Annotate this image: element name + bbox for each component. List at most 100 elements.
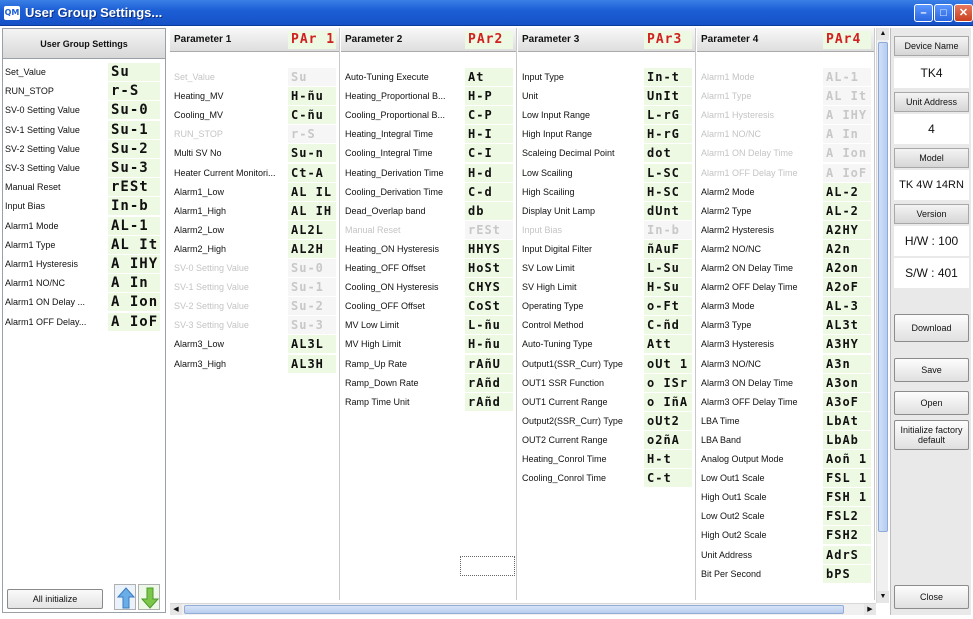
parameter-row[interactable]: Heating_Integral Time H-I (341, 125, 516, 144)
parameter-row[interactable]: Alarm3 OFF Delay Time A3oF (697, 392, 874, 412)
parameter-row[interactable]: OUT1 SSR Function o ISr (518, 373, 695, 393)
parameter-row[interactable]: Alarm2_High AL2H (170, 239, 339, 259)
save-button[interactable]: Save (894, 358, 969, 382)
all-initialize-button[interactable]: All initialize (7, 589, 103, 609)
parameter-row[interactable]: Alarm3 Mode AL-3 (697, 297, 874, 316)
parameter-row[interactable]: Cooling_Derivation Time C-d (341, 182, 516, 202)
vertical-scrollbar[interactable]: ▲ ▼ (876, 28, 889, 603)
parameter-row[interactable]: Heating_ON Hysteresis HHYS (341, 239, 516, 259)
parameter-row[interactable]: Alarm3 Type AL3t (697, 316, 874, 335)
parameter-row[interactable]: Cooling_Conrol Time C-t (518, 469, 695, 488)
parameter-row[interactable]: SV-0 Setting Value Su-0 (170, 259, 339, 278)
parameter-row[interactable]: Heating_Proportional B... H-P (341, 87, 516, 106)
parameter-row[interactable]: Low Out2 Scale FSL2 (697, 507, 874, 526)
parameter-row[interactable]: Output1(SSR_Curr) Type oUt 1 (518, 354, 695, 374)
download-button[interactable]: Download (894, 314, 969, 342)
parameter-row[interactable]: Alarm2 Hysteresis A2HY (697, 220, 874, 240)
parameter-row[interactable]: Alarm1 Mode AL-1 (697, 68, 874, 87)
parameter-row[interactable]: Alarm2_Low AL2L (170, 220, 339, 240)
parameter-row[interactable]: SV-1 Setting Value Su-1 (170, 278, 339, 297)
parameter-row[interactable]: Heating_Derivation Time H-d (341, 163, 516, 183)
parameter-row[interactable]: High Scailing H-SC (518, 182, 695, 202)
parameter-row[interactable]: Set_Value Su (170, 68, 339, 87)
parameter-row[interactable]: Input Digital Filter ñAuF (518, 239, 695, 259)
parameter-row[interactable]: Unit UnIt (518, 87, 695, 106)
parameter-row[interactable]: Cooling_OFF Offset CoSt (341, 297, 516, 316)
parameter-row[interactable]: Low Out1 Scale FSL 1 (697, 469, 874, 488)
parameter-row[interactable]: Heating_MV H-ñu (170, 87, 339, 106)
parameter-row[interactable]: Heating_Conrol Time H-t (518, 450, 695, 469)
move-down-button[interactable] (138, 584, 160, 610)
user-group-row[interactable]: Alarm1 Type AL It (3, 235, 165, 254)
parameter-row[interactable]: Control Method C-ñd (518, 316, 695, 335)
parameter-row[interactable]: Ramp Time Unit rAñd (341, 392, 516, 412)
parameter-row[interactable]: LBA Band LbAb (697, 430, 874, 450)
parameter-row[interactable]: OUT2 Current Range o2ñA (518, 430, 695, 450)
parameter-row[interactable]: Alarm3 ON Delay Time A3on (697, 373, 874, 393)
minimize-button[interactable]: – (914, 4, 933, 22)
parameter-row[interactable]: Cooling_Integral Time C-I (341, 144, 516, 163)
parameter-row[interactable]: MV High Limit H-ñu (341, 335, 516, 354)
user-group-row[interactable]: Input Bias In-b (3, 197, 165, 216)
parameter-row[interactable]: Unit Address AdrS (697, 545, 874, 565)
parameter-row[interactable]: Alarm1 Type AL It (697, 87, 874, 106)
parameter-row[interactable]: Operating Type o-Ft (518, 297, 695, 316)
parameter-row[interactable]: Input Type In-t (518, 68, 695, 87)
parameter-row[interactable]: SV High Limit H-Su (518, 278, 695, 297)
parameter-row[interactable]: Alarm1 Hysteresis A IHY (697, 106, 874, 125)
parameter-row[interactable]: SV-3 Setting Value Su-3 (170, 316, 339, 335)
close-button[interactable]: Close (894, 585, 969, 609)
parameter-row[interactable]: Heating_OFF Offset HoSt (341, 259, 516, 278)
parameter-row[interactable]: High Out2 Scale FSH2 (697, 526, 874, 545)
scroll-down-icon[interactable]: ▼ (877, 591, 889, 603)
parameter-row[interactable]: Alarm2 OFF Delay Time A2oF (697, 278, 874, 297)
parameter-row[interactable]: Cooling_ON Hysteresis CHYS (341, 278, 516, 297)
parameter-row[interactable]: Low Input Range L-rG (518, 106, 695, 125)
vertical-scroll-thumb[interactable] (878, 42, 888, 532)
user-group-row[interactable]: Manual Reset rESt (3, 178, 165, 197)
parameter-row[interactable]: Heater Current Monitori... Ct-A (170, 163, 339, 183)
user-group-row[interactable]: SV-2 Setting Value Su-2 (3, 139, 165, 158)
parameter-row[interactable]: SV Low Limit L-Su (518, 259, 695, 278)
user-group-row[interactable]: Alarm1 Hysteresis A IHY (3, 255, 165, 273)
parameter-row[interactable]: Alarm2 Type AL-2 (697, 201, 874, 221)
horizontal-scrollbar[interactable]: ◀ ▶ (170, 603, 876, 615)
parameter-row[interactable]: Alarm3 NO/NC A3n (697, 354, 874, 374)
parameter-row[interactable]: Ramp_Down Rate rAñd (341, 373, 516, 393)
parameter-row[interactable]: Low Scailing L-SC (518, 163, 695, 183)
parameter-row[interactable]: Cooling_MV C-ñu (170, 106, 339, 125)
scroll-left-icon[interactable]: ◀ (170, 604, 182, 615)
parameter-row[interactable]: Auto-Tuning Execute At (341, 68, 516, 87)
parameter-row[interactable]: Alarm2 NO/NC A2n (697, 239, 874, 259)
parameter-row[interactable]: Cooling_Proportional B... C-P (341, 106, 516, 125)
parameter-row[interactable]: Ramp_Up Rate rAñU (341, 354, 516, 374)
parameter-row[interactable]: MV Low Limit L-ñu (341, 316, 516, 335)
user-group-row[interactable]: SV-0 Setting Value Su-0 (3, 101, 165, 120)
user-group-row[interactable]: RUN_STOP r-S (3, 82, 165, 101)
user-group-row[interactable]: Alarm1 Mode AL-1 (3, 216, 165, 235)
parameter-row[interactable]: Alarm3_Low AL3L (170, 335, 339, 354)
open-button[interactable]: Open (894, 391, 969, 415)
parameter-row[interactable]: RUN_STOP r-S (170, 125, 339, 144)
parameter-row[interactable]: SV-2 Setting Value Su-2 (170, 297, 339, 316)
scroll-up-icon[interactable]: ▲ (877, 28, 889, 40)
parameter-row[interactable]: Analog Output Mode Aoñ 1 (697, 450, 874, 469)
parameter-row[interactable]: Alarm3_High AL3H (170, 354, 339, 374)
user-group-row[interactable]: Alarm1 NO/NC A In (3, 274, 165, 293)
parameter-row[interactable]: Dead_Overlap band db (341, 201, 516, 221)
initialize-factory-default-button[interactable]: Initialize factory default (894, 420, 969, 450)
parameter-row[interactable]: Alarm3 Hysteresis A3HY (697, 335, 874, 354)
horizontal-scroll-thumb[interactable] (184, 605, 844, 614)
parameter-row[interactable]: Alarm1 NO/NC A In (697, 125, 874, 144)
parameter-row[interactable]: Alarm1_High AL IH (170, 201, 339, 221)
parameter-row[interactable]: Display Unit Lamp dUnt (518, 201, 695, 221)
parameter-row[interactable]: High Out1 Scale FSH 1 (697, 488, 874, 507)
parameter-row[interactable]: Alarm2 Mode AL-2 (697, 182, 874, 202)
parameter-row[interactable]: High Input Range H-rG (518, 125, 695, 144)
parameter-row[interactable]: Scaleing Decimal Point dot (518, 144, 695, 163)
parameter-row[interactable]: Manual Reset rESt (341, 220, 516, 240)
parameter-row[interactable]: Auto-Tuning Type Att (518, 335, 695, 354)
parameter-row[interactable]: Alarm1_Low AL IL (170, 182, 339, 202)
user-group-row[interactable]: SV-3 Setting Value Su-3 (3, 159, 165, 177)
user-group-row[interactable]: SV-1 Setting Value Su-1 (3, 120, 165, 139)
